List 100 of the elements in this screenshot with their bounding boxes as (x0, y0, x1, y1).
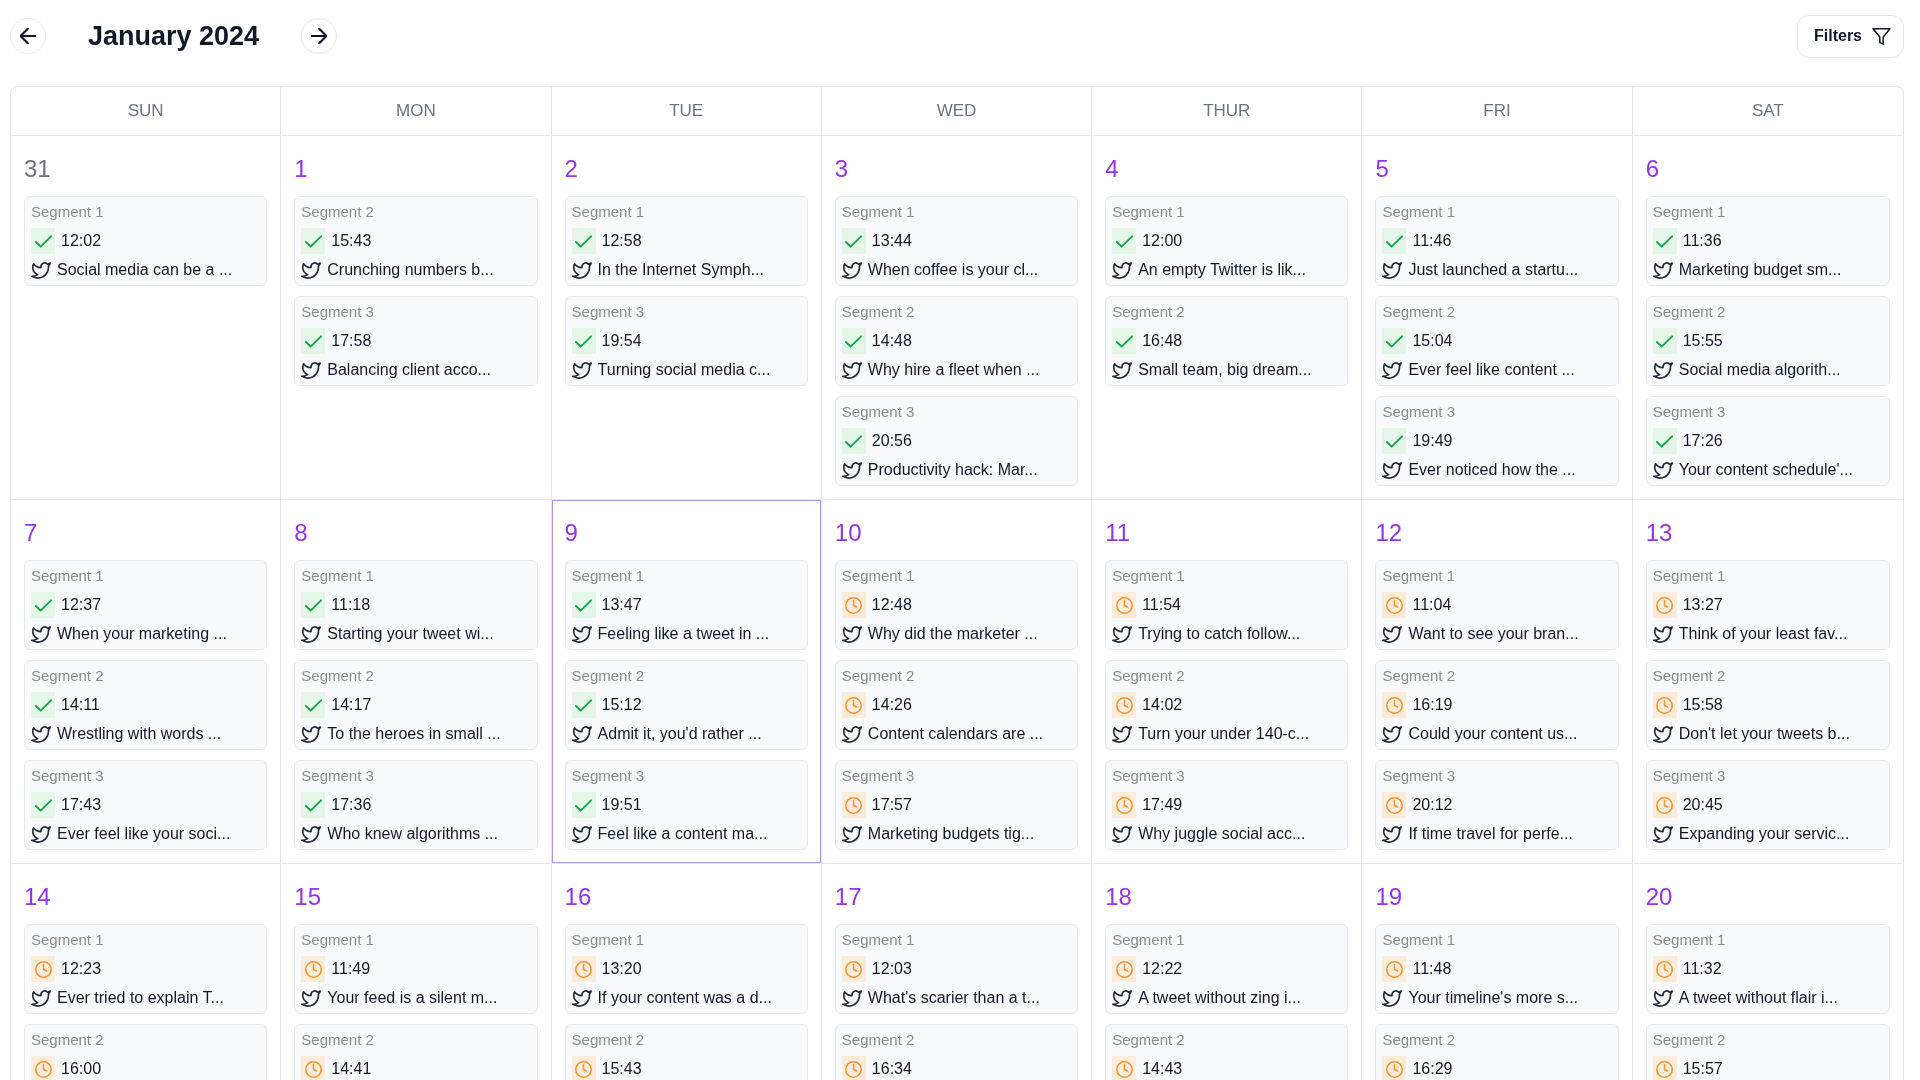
day-cell[interactable]: 3 Segment 1 13:44 When coffee is your cl... Segment 2 14:48 Why hire a fleet when ... Segment 3 20:56 Productivity hack: Mar... (821, 136, 1093, 500)
post-card[interactable]: Segment 1 11:49 Your feed is a silent m... (294, 924, 538, 1014)
day-cell[interactable]: 13 Segment 1 13:27 Think of your least fav... Segment 2 15:58 Don't let your tweets b... Segment 3 20:45 Expanding your servic... (1632, 500, 1903, 864)
post-card[interactable]: Segment 2 15:04 Ever feel like content ... (1375, 296, 1619, 386)
bird-icon (1652, 825, 1673, 843)
post-card[interactable]: Segment 1 12:23 Ever tried to explain T... (24, 924, 268, 1014)
post-time: 11:04 (1412, 596, 1452, 614)
post-card[interactable]: Segment 3 20:56 Productivity hack: Mar... (834, 396, 1079, 486)
post-card[interactable]: Segment 1 11:54 Trying to catch follow... (1105, 560, 1349, 650)
previous-month-button[interactable] (10, 18, 46, 54)
day-cell[interactable]: 10 Segment 1 12:48 Why did the marketer ... Segment 2 14:26 Content calendars are ... Segment 3 17:57 Marketing budgets tig... (821, 500, 1093, 864)
post-card[interactable]: Segment 1 12:37 When your marketing ... (24, 560, 268, 650)
post-card[interactable]: Segment 3 17:57 Marketing budgets tig... (834, 760, 1079, 850)
post-card[interactable]: Segment 2 14:48 Why hire a fleet when ... (834, 296, 1079, 386)
day-cell[interactable]: 14 Segment 1 12:23 Ever tried to explain T... Segment 2 16:00 (11, 864, 282, 1080)
post-card[interactable]: Segment 3 20:12 If time travel for perfe... (1375, 760, 1619, 850)
post-card[interactable]: Segment 3 17:49 Why juggle social acc... (1105, 760, 1349, 850)
post-time: 15:55 (1682, 332, 1723, 350)
day-cell[interactable]: 16 Segment 1 13:20 If your content was a d... Segment 2 15:43 (551, 864, 822, 1080)
post-card[interactable]: Segment 2 16:34 (834, 1024, 1079, 1080)
next-month-button[interactable] (301, 18, 338, 54)
bird-icon (1382, 625, 1403, 643)
bird-icon (301, 825, 322, 843)
post-card[interactable]: Segment 1 12:00 An empty Twitter is lik... (1105, 196, 1349, 286)
post-card[interactable]: Segment 1 11:48 Your timeline's more s... (1375, 924, 1619, 1014)
post-card[interactable]: Segment 1 12:58 In the Internet Symph... (564, 196, 808, 286)
post-card[interactable]: Segment 2 14:11 Wrestling with words ... (24, 660, 268, 750)
post-card[interactable]: Segment 3 17:58 Balancing client acco... (294, 296, 538, 386)
day-cell[interactable]: 18 Segment 1 12:22 A tweet without zing i... Segment 2 14:43 (1092, 864, 1363, 1080)
post-card[interactable]: Segment 1 12:48 Why did the marketer ... (834, 560, 1079, 650)
post-card[interactable]: Segment 2 14:17 To the heroes in small ... (294, 660, 538, 750)
post-card[interactable]: Segment 3 19:54 Turning social media c... (564, 296, 808, 386)
day-cell[interactable]: 19 Segment 1 11:48 Your timeline's more s... Segment 2 16:29 (1362, 864, 1633, 1080)
post-card[interactable]: Segment 1 13:44 When coffee is your cl... (834, 196, 1079, 286)
post-card[interactable]: Segment 1 13:27 Think of your least fav... (1645, 560, 1890, 650)
post-card[interactable]: Segment 3 17:43 Ever feel like your soci... (24, 760, 268, 850)
post-text: If your content was a d... (597, 989, 772, 1007)
post-card[interactable]: Segment 1 11:46 Just launched a startu... (1375, 196, 1619, 286)
weekday-header: FRI (1362, 87, 1633, 135)
post-card[interactable]: Segment 3 17:26 Your content schedule'... (1645, 396, 1890, 486)
post-card[interactable]: Segment 3 20:45 Expanding your servic... (1645, 760, 1890, 850)
day-cell[interactable]: 31 Segment 1 12:02 Social media can be a ... (11, 136, 282, 500)
post-time: 12:22 (1142, 960, 1183, 978)
post-card[interactable]: Segment 1 12:03 What's scarier than a t... (834, 924, 1079, 1014)
day-cell[interactable]: 15 Segment 1 11:49 Your feed is a silent m... Segment 2 14:41 (281, 864, 552, 1080)
day-cell[interactable]: 17 Segment 1 12:03 What's scarier than a t... Segment 2 16:34 (821, 864, 1093, 1080)
segment-label: Segment 1 (1112, 930, 1186, 950)
post-card[interactable]: Segment 2 15:58 Don't let your tweets b... (1645, 660, 1890, 750)
post-card[interactable]: Segment 2 16:48 Small team, big dream... (1105, 296, 1349, 386)
segment-label: Segment 1 (1112, 202, 1186, 222)
post-card[interactable]: Segment 2 14:43 (1105, 1024, 1349, 1080)
post-card[interactable]: Segment 1 12:02 Social media can be a ... (24, 196, 268, 286)
post-card[interactable]: Segment 2 16:00 (24, 1024, 268, 1080)
day-cell[interactable]: 9 Segment 1 13:47 Feeling like a tweet in ... Segment 2 15:12 Admit it, you'd rather ... Segment 3 19:51 Feel like a content ma... (551, 500, 822, 864)
post-card[interactable]: Segment 2 15:43 (564, 1024, 808, 1080)
day-cell[interactable]: 1 Segment 2 15:43 Crunching numbers b... Segment 3 17:58 Balancing client acco... (281, 136, 552, 500)
day-cell[interactable]: 8 Segment 1 11:18 Starting your tweet wi... Segment 2 14:17 To the heroes in small ... Segment 3 17:36 Who knew algorithms ... (281, 500, 552, 864)
post-card[interactable]: Segment 2 14:02 Turn your under 140-c... (1105, 660, 1349, 750)
post-time: 11:36 (1682, 232, 1722, 250)
segment-label: Segment 1 (1652, 566, 1727, 586)
post-text: Turn your under 140-c... (1138, 725, 1310, 743)
day-cell[interactable]: 12 Segment 1 11:04 Want to see your bran... Segment 2 16:19 Could your content us... Segment 3 20:12 If time travel for perfe... (1362, 500, 1633, 864)
post-card[interactable]: Segment 1 13:47 Feeling like a tweet in ... (564, 560, 808, 650)
post-card[interactable]: Segment 1 12:22 A tweet without zing i... (1105, 924, 1349, 1014)
day-cell[interactable]: 6 Segment 1 11:36 Marketing budget sm... Segment 2 15:55 Social media algorith... Segment 3 17:26 Your content schedule'... (1632, 136, 1903, 500)
segment-label: Segment 3 (571, 766, 646, 786)
filters-button[interactable]: Filters (1797, 14, 1904, 58)
day-cell[interactable]: 11 Segment 1 11:54 Trying to catch follow... Segment 2 14:02 Turn your under 140-c... Segment 3 17:49 Why juggle social acc... (1092, 500, 1363, 864)
bird-icon (571, 625, 592, 643)
post-card[interactable]: Segment 1 11:18 Starting your tweet wi... (294, 560, 538, 650)
post-card[interactable]: Segment 3 19:51 Feel like a content ma... (564, 760, 808, 850)
post-text: Small team, big dream... (1138, 361, 1312, 379)
post-card[interactable]: Segment 3 19:49 Ever noticed how the ... (1375, 396, 1619, 486)
post-card[interactable]: Segment 3 17:36 Who knew algorithms ... (294, 760, 538, 850)
post-text: Just launched a startu... (1408, 261, 1579, 279)
day-number: 1 (294, 154, 309, 184)
arrow-left-icon (20, 28, 36, 44)
post-text: Ever feel like content ... (1408, 361, 1575, 379)
post-card[interactable]: Segment 2 14:41 (294, 1024, 538, 1080)
post-card[interactable]: Segment 2 15:43 Crunching numbers b... (294, 196, 538, 286)
post-card[interactable]: Segment 2 16:19 Could your content us... (1375, 660, 1619, 750)
day-number: 17 (834, 882, 863, 912)
day-cell[interactable]: 20 Segment 1 11:32 A tweet without flair i... Segment 2 15:57 (1632, 864, 1903, 1080)
day-cell[interactable]: 2 Segment 1 12:58 In the Internet Symph... Segment 3 19:54 Turning social media c... (551, 136, 822, 500)
post-card[interactable]: Segment 1 11:32 A tweet without flair i... (1645, 924, 1890, 1014)
post-card[interactable]: Segment 1 11:04 Want to see your bran... (1375, 560, 1619, 650)
post-card[interactable]: Segment 2 15:12 Admit it, you'd rather ... (564, 660, 808, 750)
post-card[interactable]: Segment 2 15:55 Social media algorith... (1645, 296, 1890, 386)
post-card[interactable]: Segment 2 15:57 (1645, 1024, 1890, 1080)
day-cell[interactable]: 5 Segment 1 11:46 Just launched a startu... Segment 2 15:04 Ever feel like content ... Segment 3 19:49 Ever noticed how the ... (1362, 136, 1633, 500)
weekday-header: SUN (11, 87, 282, 135)
post-card[interactable]: Segment 2 16:29 (1375, 1024, 1619, 1080)
day-cell[interactable]: 4 Segment 1 12:00 An empty Twitter is lik... Segment 2 16:48 Small team, big dream... (1092, 136, 1363, 500)
day-cell[interactable]: 7 Segment 1 12:37 When your marketing ... Segment 2 14:11 Wrestling with words ... Segment 3 17:43 Ever feel like your soci... (11, 500, 282, 864)
post-card[interactable]: Segment 2 14:26 Content calendars are ... (834, 660, 1079, 750)
post-card[interactable]: Segment 1 11:36 Marketing budget sm... (1645, 196, 1890, 286)
post-text: Productivity hack: Mar... (867, 461, 1038, 479)
post-card[interactable]: Segment 1 13:20 If your content was a d... (564, 924, 808, 1014)
post-text: Marketing budget sm... (1678, 261, 1842, 279)
weekday-header: SAT (1750, 100, 1785, 122)
